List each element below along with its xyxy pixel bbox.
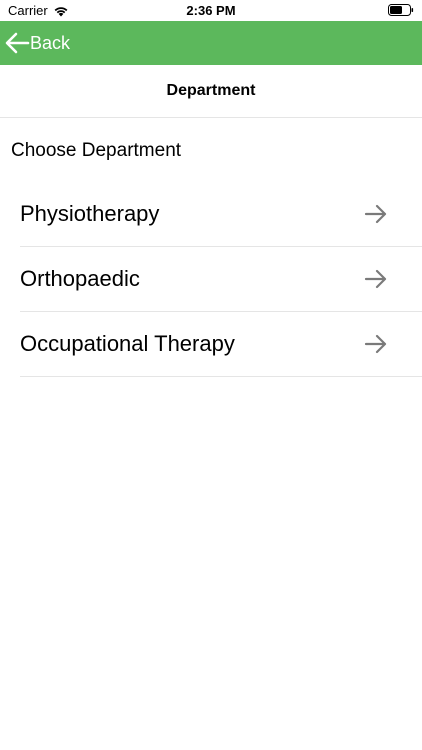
department-label: Physiotherapy <box>20 201 160 226</box>
status-bar: Carrier 2:36 PM <box>0 0 422 21</box>
department-item-orthopaedic[interactable]: Orthopaedic <box>20 247 422 312</box>
title-bar: Department <box>0 65 422 118</box>
department-list: Physiotherapy Orthopaedic Occupational T… <box>20 182 422 377</box>
back-arrow-icon <box>5 32 30 54</box>
page-title: Department <box>166 82 256 99</box>
status-time: 2:36 PM <box>186 3 236 18</box>
department-label: Orthopaedic <box>20 266 140 291</box>
department-item-physiotherapy[interactable]: Physiotherapy <box>20 182 422 247</box>
arrow-right-icon <box>364 204 387 224</box>
section-label: Choose Department <box>11 140 182 161</box>
department-label: Occupational Therapy <box>20 331 235 356</box>
arrow-right-icon <box>364 269 387 289</box>
battery-icon <box>388 4 414 16</box>
back-label: Back <box>30 32 71 53</box>
back-button[interactable]: Back <box>4 21 70 65</box>
arrow-right-icon <box>364 334 387 354</box>
navigation-bar: Back <box>0 21 422 65</box>
department-item-occupational-therapy[interactable]: Occupational Therapy <box>20 312 422 377</box>
